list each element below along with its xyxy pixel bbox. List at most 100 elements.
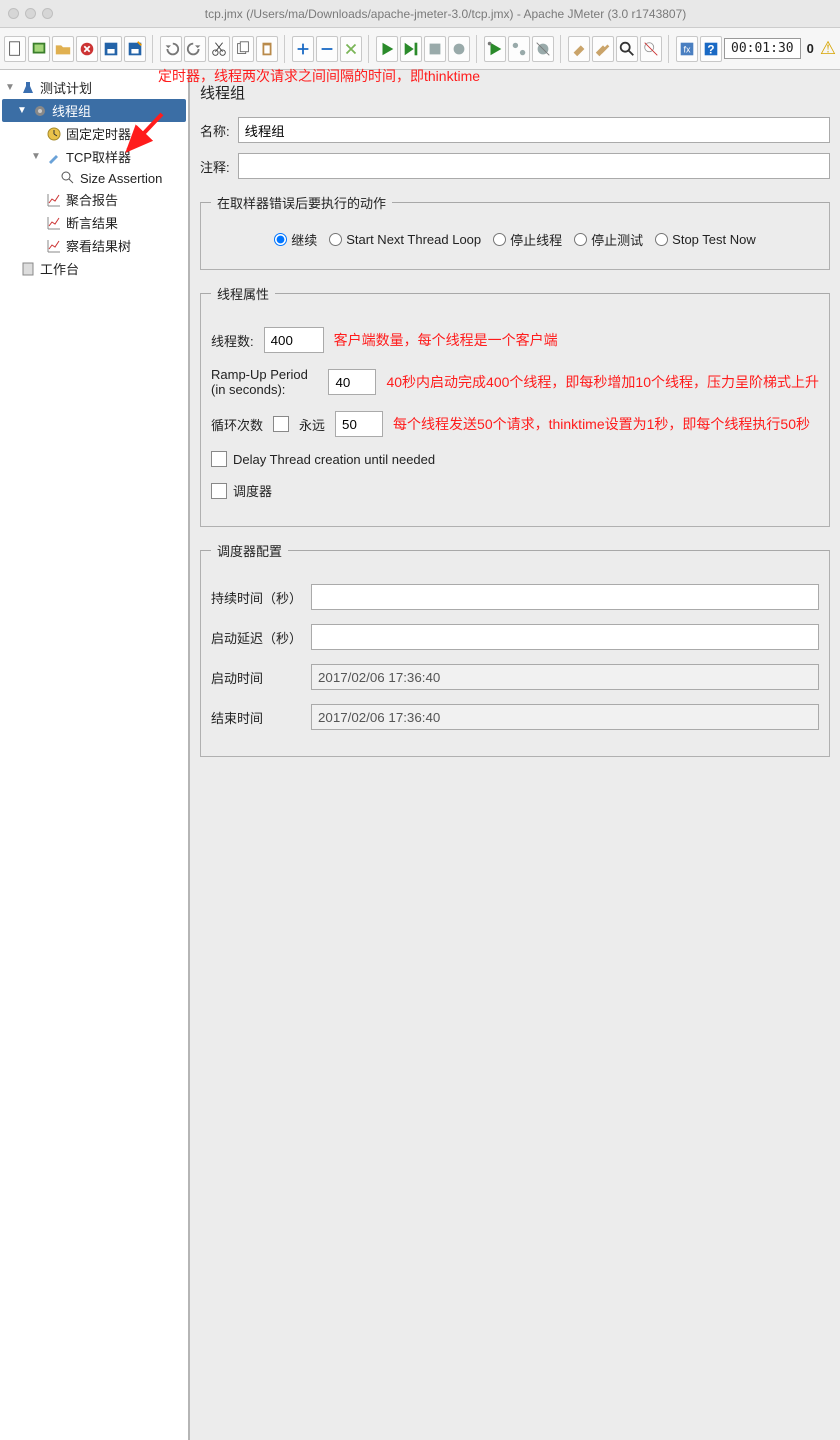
svg-text:?: ? [707, 43, 714, 56]
annotation-timer: 定时器，线程两次请求之间间隔的时间，即thinktime [158, 66, 480, 86]
startup-delay-input[interactable] [311, 624, 819, 650]
comment-input[interactable] [238, 153, 830, 179]
function-helper-icon[interactable]: fx [676, 36, 698, 62]
rampup-label: Ramp-Up Period (in seconds): [211, 367, 318, 397]
tree-label: Size Assertion [80, 171, 162, 186]
zoom-window-icon[interactable] [42, 8, 53, 19]
toggle-icon[interactable] [340, 36, 362, 62]
remote-stop-icon[interactable] [508, 36, 530, 62]
window-titlebar: tcp.jmx (/Users/ma/Downloads/apache-jmet… [0, 0, 840, 28]
close-window-icon[interactable] [8, 8, 19, 19]
reset-search-icon[interactable] [640, 36, 662, 62]
copy-icon[interactable] [232, 36, 254, 62]
end-time-label: 结束时间 [211, 708, 301, 727]
threads-input[interactable] [264, 327, 324, 353]
start-time-input[interactable] [311, 664, 819, 690]
window-title: tcp.jmx (/Users/ma/Downloads/apache-jmet… [59, 7, 832, 21]
new-icon[interactable] [4, 36, 26, 62]
warning-icon[interactable]: ⚠ [820, 38, 836, 59]
loop-count-input[interactable] [335, 411, 383, 437]
start-icon[interactable] [376, 36, 398, 62]
save-icon[interactable] [100, 36, 122, 62]
startup-delay-label: 启动延迟（秒） [211, 628, 301, 647]
start-time-label: 启动时间 [211, 668, 301, 687]
tree-label: 聚合报告 [66, 190, 118, 209]
tree-label: 线程组 [52, 101, 91, 120]
radio-abort-test[interactable]: 停止测试 [574, 230, 643, 249]
test-plan-tree: 定时器，线程两次请求之间间隔的时间，即thinktime ▼ 测试计划 ▼ 线程… [0, 70, 190, 1440]
loop-forever-checkbox[interactable] [273, 416, 289, 432]
close-icon[interactable] [76, 36, 98, 62]
clock-icon [46, 126, 62, 142]
scheduler-config-fieldset: 调度器配置 持续时间（秒） 启动延迟（秒） 启动时间 结束时间 [200, 541, 830, 757]
annotation-arrow-icon [122, 110, 172, 160]
chart-icon [46, 238, 62, 254]
tree-size-assertion[interactable]: Size Assertion [2, 168, 186, 188]
loop-label: 循环次数 [211, 415, 263, 434]
clear-icon[interactable] [568, 36, 590, 62]
help-icon[interactable]: ? [700, 36, 722, 62]
search-icon[interactable] [616, 36, 638, 62]
remote-shutdown-icon[interactable] [532, 36, 554, 62]
radio-next-loop[interactable]: Start Next Thread Loop [329, 232, 481, 247]
undo-icon[interactable] [160, 36, 182, 62]
duration-label: 持续时间（秒） [211, 588, 301, 607]
annotation-loops: 每个线程发送50个请求，thinktime设置为1秒，即每个线程执行50秒 [393, 414, 810, 434]
tree-aggregate-report[interactable]: 聚合报告 [2, 188, 186, 211]
tree-workbench[interactable]: 工作台 [2, 257, 186, 280]
on-error-fieldset: 在取样器错误后要执行的动作 继续 Start Next Thread Loop … [200, 193, 830, 270]
tree-view-results-tree[interactable]: 察看结果树 [2, 234, 186, 257]
magnifier-icon [60, 170, 76, 186]
scheduler-label: 调度器 [233, 481, 272, 500]
main-toolbar: fx ? 00:01:30 0 ⚠ [0, 28, 840, 70]
stop-icon[interactable] [424, 36, 446, 62]
name-input[interactable] [238, 117, 830, 143]
remote-start-icon[interactable] [484, 36, 506, 62]
tree-assertion-results[interactable]: 断言结果 [2, 211, 186, 234]
svg-text:fx: fx [683, 44, 691, 54]
expand-icon[interactable] [292, 36, 314, 62]
tree-label: 察看结果树 [66, 236, 131, 255]
scheduler-checkbox[interactable] [211, 483, 227, 499]
on-error-legend: 在取样器错误后要执行的动作 [211, 193, 392, 212]
duration-input[interactable] [311, 584, 819, 610]
radio-continue[interactable]: 继续 [274, 230, 317, 249]
open-icon[interactable] [52, 36, 74, 62]
thread-properties-legend: 线程属性 [211, 284, 275, 303]
end-time-input[interactable] [311, 704, 819, 730]
loop-forever-label: 永远 [299, 415, 325, 434]
delay-thread-checkbox[interactable] [211, 451, 227, 467]
annotation-threads: 客户端数量，每个线程是一个客户端 [334, 330, 558, 350]
gears-icon [32, 103, 48, 119]
chart-icon [46, 215, 62, 231]
thread-properties-fieldset: 线程属性 线程数: 客户端数量，每个线程是一个客户端 Ramp-Up Perio… [200, 284, 830, 527]
scheduler-config-legend: 调度器配置 [211, 541, 288, 560]
radio-stop-now[interactable]: Stop Test Now [655, 232, 756, 247]
pipette-icon [46, 149, 62, 165]
redo-icon[interactable] [184, 36, 206, 62]
collapse-icon[interactable] [316, 36, 338, 62]
chart-icon [46, 192, 62, 208]
window-traffic-lights [8, 8, 53, 19]
name-label: 名称: [200, 121, 230, 140]
save-as-icon[interactable] [124, 36, 146, 62]
comment-label: 注释: [200, 157, 230, 176]
elapsed-time: 00:01:30 [724, 38, 801, 59]
templates-icon[interactable] [28, 36, 50, 62]
cut-icon[interactable] [208, 36, 230, 62]
rampup-input[interactable] [328, 369, 376, 395]
radio-stop-thread[interactable]: 停止线程 [493, 230, 562, 249]
clear-all-icon[interactable] [592, 36, 614, 62]
annotation-rampup: 40秒内启动完成400个线程，即每秒增加10个线程，压力呈阶梯式上升 [386, 372, 819, 392]
threads-label: 线程数: [211, 331, 254, 350]
start-no-pause-icon[interactable] [400, 36, 422, 62]
error-count: 0 [807, 41, 814, 56]
thread-group-panel: 线程组 名称: 注释: 在取样器错误后要执行的动作 继续 Start Next … [190, 70, 840, 1440]
tree-label: 断言结果 [66, 213, 118, 232]
tree-label: 工作台 [40, 259, 79, 278]
shutdown-icon[interactable] [448, 36, 470, 62]
paste-icon[interactable] [256, 36, 278, 62]
minimize-window-icon[interactable] [25, 8, 36, 19]
flask-icon [20, 80, 36, 96]
clipboard-icon [20, 261, 36, 277]
